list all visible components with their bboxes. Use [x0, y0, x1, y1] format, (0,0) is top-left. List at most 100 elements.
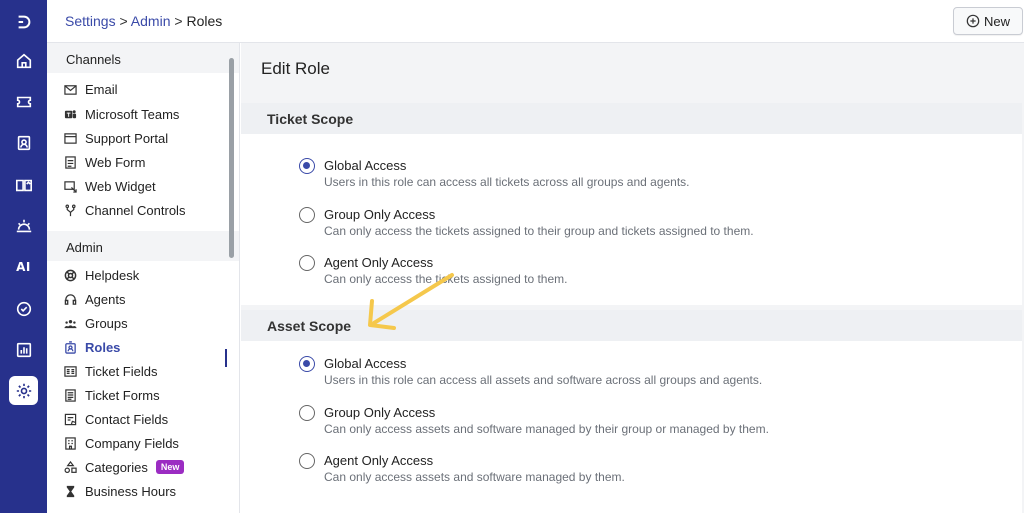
ticket-scope-title: Ticket Scope: [241, 103, 1022, 134]
sidebar-item-label: Helpdesk: [85, 267, 140, 283]
top-bar: Settings > Admin > Roles New: [47, 0, 1024, 43]
sidebar-item-label: Roles: [85, 339, 121, 355]
page-title: Edit Role: [261, 59, 330, 78]
sidebar-item-email[interactable]: Email: [47, 77, 239, 101]
admin-section-title: Admin: [47, 231, 239, 261]
form-icon: [62, 154, 78, 170]
sidebar-item-ticket-forms[interactable]: Ticket Forms: [47, 383, 239, 407]
radio-button[interactable]: [299, 255, 315, 271]
settings-sidebar: Channels Email Microsoft Teams Support P…: [47, 43, 240, 513]
sidebar-item-web-form[interactable]: Web Form: [47, 150, 239, 174]
mail-icon: [62, 81, 78, 97]
sidebar-item-microsoft-teams[interactable]: Microsoft Teams: [47, 102, 239, 126]
sidebar-item-label: Categories: [85, 459, 148, 475]
headset-icon: [62, 291, 78, 307]
sidebar-item-company-fields[interactable]: Company Fields: [47, 431, 239, 455]
sidebar-item-ticket-fields[interactable]: Ticket Fields: [47, 359, 239, 383]
sidebar-item-label: Web Form: [85, 154, 146, 170]
fork-icon: [62, 202, 78, 218]
sidebar-item-label: Agents: [85, 291, 126, 307]
chart-icon[interactable]: [9, 335, 38, 364]
option-description: Can only access the tickets assigned to …: [324, 224, 754, 238]
lifebuoy-icon: [62, 267, 78, 283]
breadcrumb-separator: >: [174, 13, 183, 29]
radio-button[interactable]: [299, 405, 315, 421]
logo-icon[interactable]: [9, 7, 38, 36]
sidebar-item-label: Ticket Fields: [85, 363, 158, 379]
sidebar-item-label: Business Hours: [85, 483, 177, 499]
option-label: Global Access: [324, 158, 407, 173]
radio-button[interactable]: [299, 207, 315, 223]
option-description: Users in this role can access all ticket…: [324, 175, 690, 189]
radio-button[interactable]: [299, 453, 315, 469]
ticket-icon[interactable]: [9, 87, 38, 116]
home-icon[interactable]: [9, 46, 38, 75]
asset-scope-title: Asset Scope: [241, 310, 1022, 341]
sidebar-item-label: Company Fields: [85, 435, 179, 451]
option-description: Can only access assets and software mana…: [324, 470, 625, 484]
widget-icon: [62, 178, 78, 194]
group-icon: [62, 315, 78, 331]
sidebar-item-label: Support Portal: [85, 130, 169, 146]
option-description: Can only access the tickets assigned to …: [324, 272, 568, 286]
option-description: Can only access assets and software mana…: [324, 422, 769, 436]
sidebar-item-label: Web Widget: [85, 178, 156, 194]
check-circle-icon[interactable]: [9, 294, 38, 323]
app-root: AI Settings > Admin > Roles New Channels: [0, 0, 1024, 513]
ticket-scope-panel: Ticket Scope Global Access Users in this…: [241, 103, 1022, 305]
contact-card-icon: [62, 411, 78, 427]
option-label: Global Access: [324, 356, 407, 371]
sidebar-item-helpdesk[interactable]: Helpdesk: [47, 263, 239, 287]
sidebar-item-groups[interactable]: Groups: [47, 311, 239, 335]
asset-scope-panel: Asset Scope Global Access Users in this …: [241, 310, 1022, 513]
breadcrumb-settings[interactable]: Settings: [65, 13, 116, 29]
sidebar-item-label: Email: [85, 81, 118, 97]
breadcrumb-separator: >: [119, 13, 128, 29]
radio-button[interactable]: [299, 158, 315, 174]
new-button-label: New: [983, 13, 1010, 29]
sidebar-item-web-widget[interactable]: Web Widget: [47, 174, 239, 198]
option-label: Agent Only Access: [324, 255, 434, 270]
app-rail: AI: [0, 0, 47, 513]
active-indicator: [225, 349, 227, 367]
plus-circle-icon: [966, 14, 980, 28]
option-label: Agent Only Access: [324, 453, 434, 468]
sidebar-item-label: Ticket Forms: [85, 387, 160, 403]
book-icon[interactable]: [9, 170, 38, 199]
sidebar-item-business-hours[interactable]: Business Hours: [47, 479, 239, 503]
option-description: Users in this role can access all assets…: [324, 373, 763, 387]
breadcrumb-admin[interactable]: Admin: [131, 13, 171, 29]
list-icon: [62, 387, 78, 403]
gear-icon[interactable]: [9, 376, 38, 405]
teams-icon: [62, 106, 78, 122]
sunrise-icon[interactable]: [9, 211, 38, 240]
sidebar-item-label: Channel Controls: [85, 202, 186, 218]
sidebar-scrollbar[interactable]: [229, 58, 234, 258]
contacts-icon[interactable]: [9, 128, 38, 157]
new-button[interactable]: New: [953, 7, 1023, 35]
sidebar-item-label: Contact Fields: [85, 411, 169, 427]
option-label: Group Only Access: [324, 207, 436, 222]
sidebar-item-categories[interactable]: Categories New: [47, 455, 239, 479]
sidebar-item-label: Microsoft Teams: [85, 106, 180, 122]
fields-icon: [62, 363, 78, 379]
channels-section-title: Channels: [47, 43, 239, 73]
sidebar-item-roles[interactable]: Roles: [47, 335, 239, 359]
sidebar-item-support-portal[interactable]: Support Portal: [47, 126, 239, 150]
main-content: Edit Role Ticket Scope Global Access Use…: [241, 43, 1024, 513]
breadcrumb: Settings > Admin > Roles: [65, 13, 222, 29]
sidebar-item-agents[interactable]: Agents: [47, 287, 239, 311]
option-label: Group Only Access: [324, 405, 436, 420]
new-badge: New: [155, 460, 185, 474]
sidebar-item-channel-controls[interactable]: Channel Controls: [47, 198, 239, 222]
breadcrumb-roles: Roles: [186, 13, 223, 29]
radio-button[interactable]: [299, 356, 315, 372]
id-badge-icon: [62, 339, 78, 355]
hourglass-icon: [62, 483, 78, 499]
sidebar-item-contact-fields[interactable]: Contact Fields: [47, 407, 239, 431]
ai-button[interactable]: AI: [9, 252, 38, 281]
browser-icon: [62, 130, 78, 146]
building-icon: [62, 435, 78, 451]
shapes-icon: [62, 459, 78, 475]
sidebar-item-label: Groups: [85, 315, 128, 331]
